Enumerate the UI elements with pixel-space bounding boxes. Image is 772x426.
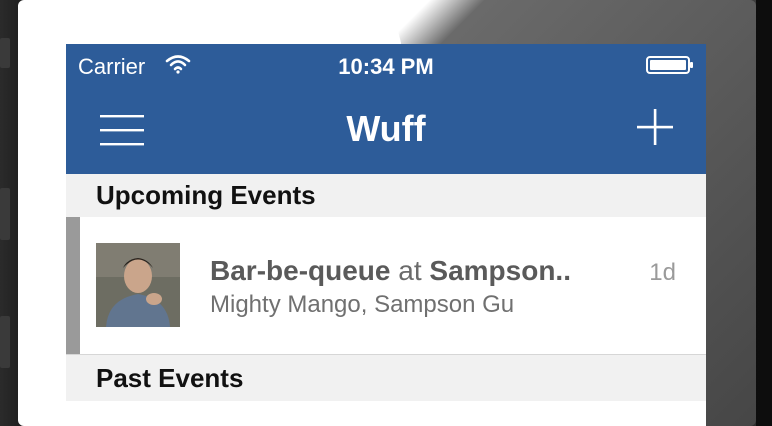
avatar bbox=[96, 243, 180, 327]
event-title: Bar-be-queue at Sampson.. bbox=[210, 255, 571, 287]
section-header-past: Past Events bbox=[66, 355, 706, 401]
plus-icon[interactable] bbox=[636, 108, 674, 146]
side-button bbox=[0, 38, 10, 68]
event-title-connector: at bbox=[390, 255, 430, 286]
status-bar: Carrier 10:34 PM bbox=[66, 44, 706, 90]
phone-screen: Carrier 10:34 PM Wuff Upcoming Events Ba… bbox=[66, 44, 706, 426]
event-accent-bar bbox=[66, 217, 80, 354]
battery-icon bbox=[646, 56, 693, 74]
page-title: Wuff bbox=[346, 108, 426, 149]
side-button bbox=[0, 188, 10, 240]
status-time: 10:34 PM bbox=[338, 54, 434, 79]
event-location: Sampson.. bbox=[429, 255, 571, 286]
navigation-bar: Wuff bbox=[66, 90, 706, 174]
event-row[interactable]: Bar-be-queue at Sampson.. Mighty Mango, … bbox=[66, 217, 706, 355]
event-age: 1d bbox=[649, 259, 676, 286]
section-header-upcoming: Upcoming Events bbox=[66, 174, 706, 217]
event-name: Bar-be-queue bbox=[210, 255, 391, 286]
side-button bbox=[0, 316, 10, 368]
event-attendees: Mighty Mango, Sampson Gu bbox=[210, 291, 515, 318]
